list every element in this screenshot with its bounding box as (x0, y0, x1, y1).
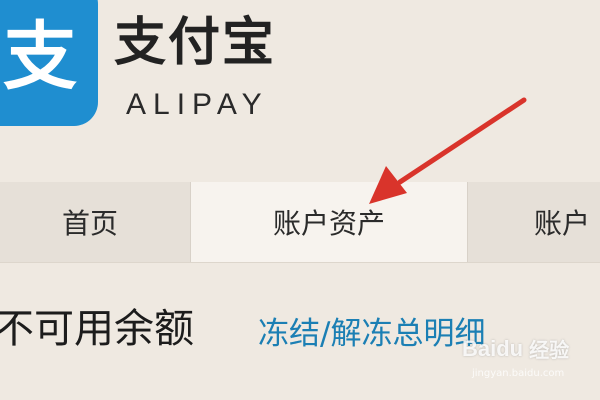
tab-account-label: 账户 (534, 207, 591, 240)
unavailable-balance-heading: 不可用余额 (0, 306, 194, 352)
watermark-text: Baidu (462, 335, 524, 361)
logo-glyph: 支 (3, 14, 77, 100)
tab-account[interactable]: 账户 (520, 182, 600, 262)
section-divider (0, 262, 600, 263)
alipay-logo-icon: 支 (0, 0, 98, 126)
tab-account-assets-label: 账户资产 (272, 207, 385, 240)
tab-home-label: 首页 (61, 207, 118, 240)
brand-name-en: ALIPAY (126, 88, 269, 121)
brand-name-cn: 支付宝 (114, 13, 277, 73)
tab-home[interactable]: 首页 (0, 182, 180, 262)
watermark-text-cn: 经验 (529, 338, 570, 362)
main-nav: 首页 账户资产 账户 (0, 182, 600, 262)
freeze-unfreeze-details-link[interactable]: 冻结/解冻总明细 (258, 314, 485, 354)
baidu-jingyan-watermark: Baidu 经验 jingyan.baidu.com (462, 334, 570, 380)
watermark-subtext: jingyan.baidu.com (472, 368, 565, 379)
tab-account-assets[interactable]: 账户资产 (190, 182, 468, 262)
